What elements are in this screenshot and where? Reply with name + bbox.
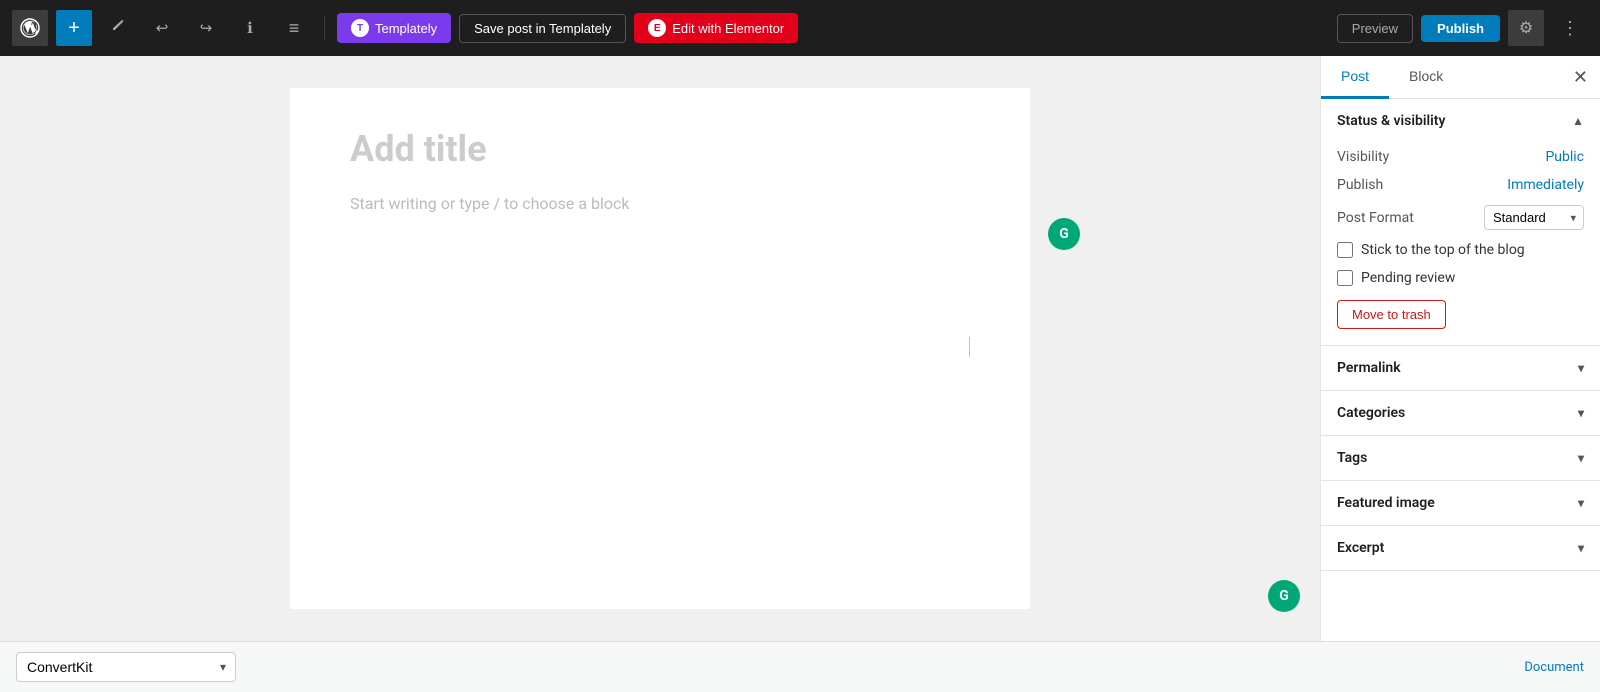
publish-label: Publish — [1437, 21, 1484, 36]
avatar-bottom-label: G — [1279, 588, 1289, 604]
save-templately-label: Save post in Templately — [474, 21, 611, 36]
preview-button[interactable]: Preview — [1337, 14, 1413, 43]
excerpt-label: Excerpt — [1337, 540, 1384, 556]
tags-section[interactable]: Tags ▾ — [1321, 436, 1600, 481]
permalink-chevron: ▾ — [1578, 361, 1584, 375]
publish-row-label: Publish — [1337, 177, 1383, 193]
document-label[interactable]: Document — [1524, 660, 1584, 675]
excerpt-chevron: ▾ — [1578, 541, 1584, 555]
close-icon: ✕ — [1573, 67, 1588, 88]
stick-to-top-checkbox[interactable] — [1337, 242, 1353, 258]
status-visibility-section: Status & visibility ▲ Visibility Public … — [1321, 99, 1600, 346]
tab-post-label: Post — [1341, 68, 1369, 84]
info-icon: ℹ — [247, 19, 253, 37]
templately-label: Templately — [375, 21, 437, 36]
avatar-top: G — [1048, 218, 1080, 250]
convertkit-wrapper: ConvertKit ▾ — [16, 652, 236, 682]
convertkit-select[interactable]: ConvertKit — [16, 652, 236, 682]
settings-button[interactable]: ⚙ — [1508, 10, 1544, 46]
wp-logo — [12, 10, 48, 46]
info-button[interactable]: ℹ — [232, 10, 268, 46]
visibility-label: Visibility — [1337, 149, 1389, 165]
sidebar-close-button[interactable]: ✕ — [1561, 56, 1600, 98]
permalink-section[interactable]: Permalink ▾ — [1321, 346, 1600, 391]
permalink-label: Permalink — [1337, 360, 1401, 376]
more-options-button[interactable]: ⋮ — [1552, 10, 1588, 46]
undo-icon: ↩ — [156, 19, 169, 37]
categories-chevron: ▾ — [1578, 406, 1584, 420]
tags-chevron: ▾ — [1578, 451, 1584, 465]
list-view-button[interactable]: ≡ — [276, 10, 312, 46]
plus-icon: + — [68, 18, 80, 38]
templately-icon: T — [351, 19, 369, 37]
body-placeholder[interactable]: Start writing or type / to choose a bloc… — [350, 194, 970, 213]
tab-block[interactable]: Block — [1389, 56, 1463, 99]
toolbar-right: Preview Publish ⚙ ⋮ — [1337, 10, 1588, 46]
post-format-label: Post Format — [1337, 210, 1414, 226]
toolbar-separator-1 — [324, 16, 325, 40]
move-to-trash-button[interactable]: Move to trash — [1337, 300, 1446, 329]
stick-to-top-row: Stick to the top of the blog — [1337, 236, 1584, 264]
featured-image-label: Featured image — [1337, 495, 1435, 511]
avatar-bottom: G — [1268, 580, 1300, 612]
title-field[interactable]: Add title — [350, 128, 970, 170]
status-visibility-header[interactable]: Status & visibility ▲ — [1321, 99, 1600, 143]
cursor-indicator — [969, 337, 970, 361]
avatar-top-label: G — [1059, 226, 1069, 242]
edit-button[interactable] — [100, 10, 136, 46]
tab-post[interactable]: Post — [1321, 56, 1389, 99]
editor-area: Add title Start writing or type / to cho… — [0, 56, 1320, 641]
publish-row: Publish Immediately — [1337, 171, 1584, 199]
undo-button[interactable]: ↩ — [144, 10, 180, 46]
elementor-label: Edit with Elementor — [672, 21, 784, 36]
move-to-trash-label: Move to trash — [1352, 307, 1431, 322]
main-layout: Add title Start writing or type / to cho… — [0, 56, 1600, 641]
add-block-button[interactable]: + — [56, 10, 92, 46]
tags-label: Tags — [1337, 450, 1367, 466]
redo-icon: ↪ — [200, 19, 213, 37]
post-format-row: Post Format Standard Aside Audio Chat Ga… — [1337, 199, 1584, 236]
status-visibility-label: Status & visibility — [1337, 113, 1445, 129]
list-view-icon: ≡ — [289, 18, 300, 39]
stick-to-top-label[interactable]: Stick to the top of the blog — [1361, 242, 1525, 258]
post-format-select[interactable]: Standard Aside Audio Chat Gallery Image … — [1484, 205, 1584, 230]
visibility-value[interactable]: Public — [1545, 149, 1584, 165]
elementor-icon: E — [648, 19, 666, 37]
pending-review-checkbox[interactable] — [1337, 270, 1353, 286]
gear-icon: ⚙ — [1519, 18, 1533, 38]
templately-button[interactable]: T Templately — [337, 13, 451, 43]
publish-value[interactable]: Immediately — [1507, 177, 1584, 193]
save-templately-button[interactable]: Save post in Templately — [459, 14, 626, 43]
editor-canvas: Add title Start writing or type / to cho… — [290, 88, 1030, 609]
categories-label: Categories — [1337, 405, 1405, 421]
toolbar: + ↩ ↪ ℹ ≡ T Templately Save post in Temp… — [0, 0, 1600, 56]
redo-button[interactable]: ↪ — [188, 10, 224, 46]
bottom-bar: ConvertKit ▾ Document — [0, 641, 1600, 692]
visibility-row: Visibility Public — [1337, 143, 1584, 171]
pending-review-label[interactable]: Pending review — [1361, 270, 1455, 286]
elementor-button[interactable]: E Edit with Elementor — [634, 13, 798, 43]
publish-button[interactable]: Publish — [1421, 15, 1500, 42]
status-visibility-body: Visibility Public Publish Immediately Po… — [1321, 143, 1600, 345]
right-sidebar: Post Block ✕ Status & visibility ▲ Visib… — [1320, 56, 1600, 641]
pending-review-row: Pending review — [1337, 264, 1584, 292]
edit-icon — [110, 18, 126, 39]
tab-block-label: Block — [1409, 68, 1443, 84]
featured-image-chevron: ▾ — [1578, 496, 1584, 510]
more-icon: ⋮ — [1561, 18, 1579, 39]
post-format-select-wrapper: Standard Aside Audio Chat Gallery Image … — [1484, 205, 1584, 230]
excerpt-section[interactable]: Excerpt ▾ — [1321, 526, 1600, 571]
status-visibility-chevron: ▲ — [1572, 114, 1584, 128]
sidebar-tabs: Post Block ✕ — [1321, 56, 1600, 99]
featured-image-section[interactable]: Featured image ▾ — [1321, 481, 1600, 526]
categories-section[interactable]: Categories ▾ — [1321, 391, 1600, 436]
preview-label: Preview — [1352, 21, 1398, 36]
